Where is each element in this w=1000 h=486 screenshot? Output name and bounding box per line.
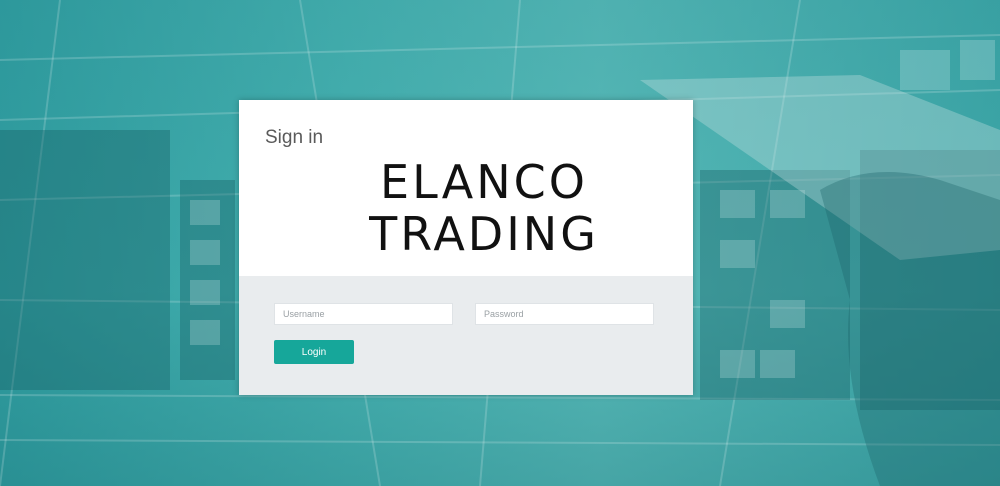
logo-line-2: TRADING bbox=[369, 207, 599, 261]
password-input[interactable] bbox=[475, 303, 654, 325]
signin-card-form-area bbox=[239, 276, 693, 395]
signin-title: Sign in bbox=[265, 127, 324, 148]
signin-card: Sign in ELANCO TRADING Login bbox=[239, 100, 693, 395]
login-button[interactable]: Login bbox=[274, 340, 354, 364]
elanco-trading-logo: ELANCO TRADING bbox=[354, 156, 614, 260]
logo-line-1: ELANCO bbox=[380, 155, 588, 209]
username-input[interactable] bbox=[274, 303, 453, 325]
